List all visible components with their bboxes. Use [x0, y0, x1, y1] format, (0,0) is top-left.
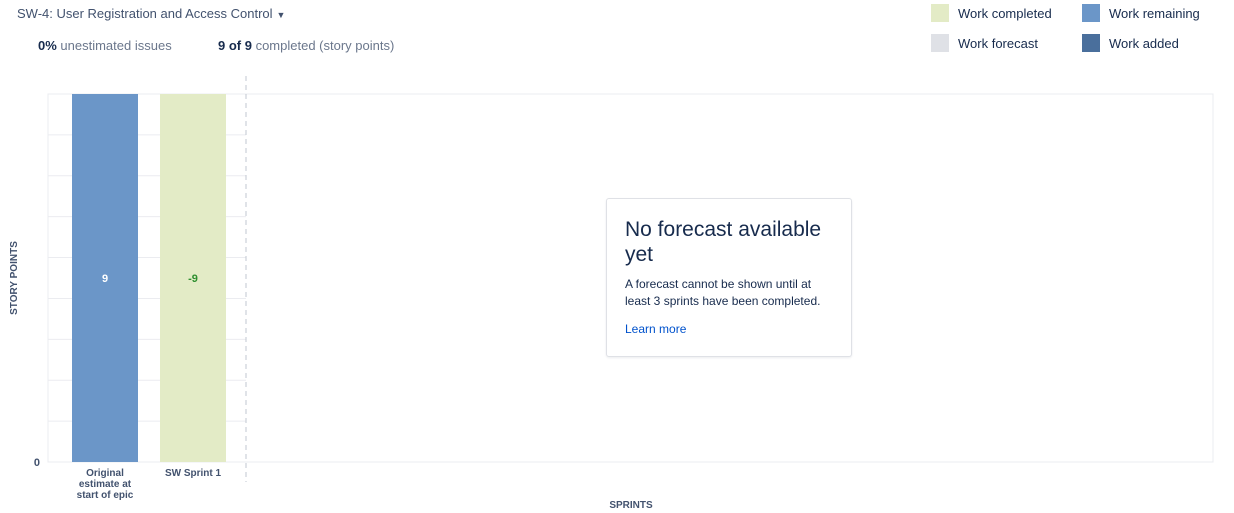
- x-tick-label: Original: [86, 468, 124, 479]
- no-forecast-panel: No forecast available yet A forecast can…: [606, 198, 852, 357]
- no-forecast-description: A forecast cannot be shown until at leas…: [625, 277, 821, 308]
- y-axis-label: STORY POINTS: [9, 241, 20, 315]
- y-tick-label-zero: 0: [34, 457, 40, 469]
- x-tick-label: start of epic: [77, 490, 134, 501]
- no-forecast-title: No forecast available yet: [625, 218, 822, 266]
- learn-more-link[interactable]: Learn more: [625, 322, 686, 336]
- chart-bars: 9 -9: [72, 94, 226, 462]
- bar-data-label: -9: [188, 273, 198, 285]
- x-tick-labels: Originalestimate atstart of epic SW Sprin…: [77, 468, 222, 501]
- x-tick-label: estimate at: [79, 479, 132, 490]
- x-axis-label: SPRINTS: [609, 500, 653, 511]
- x-tick-label: SW Sprint 1: [165, 468, 222, 479]
- bar-data-label: 9: [102, 273, 108, 285]
